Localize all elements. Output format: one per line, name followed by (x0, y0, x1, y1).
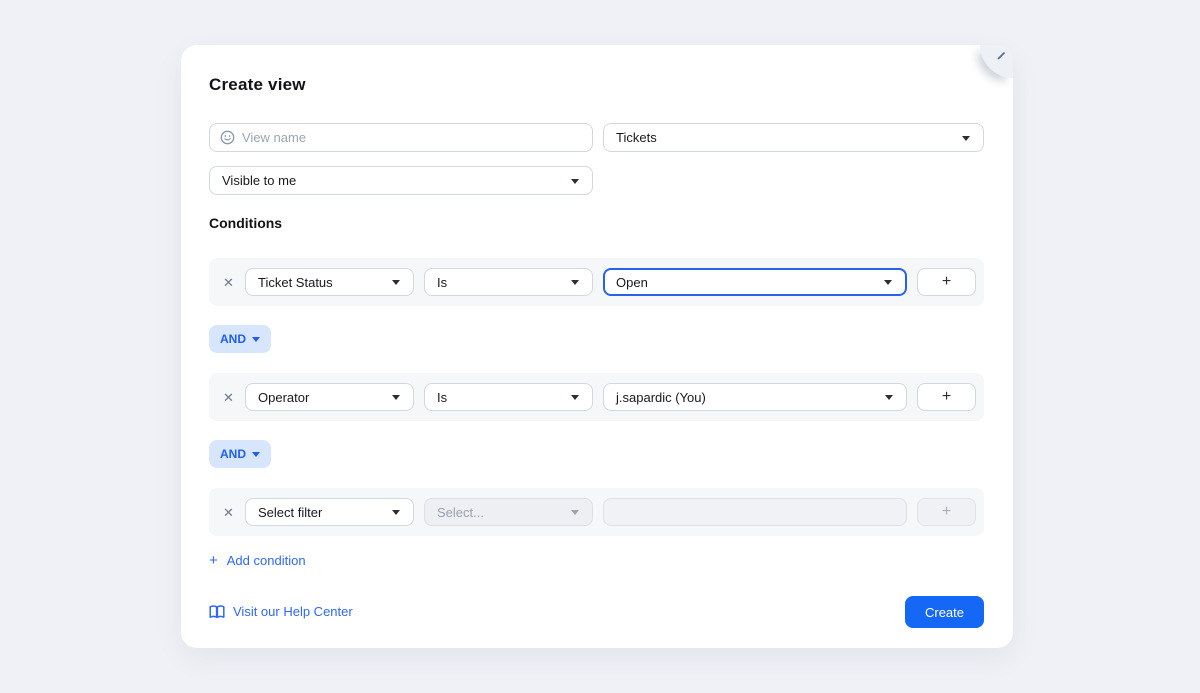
condition-filter-select[interactable]: Ticket Status (245, 268, 414, 296)
remove-condition-icon[interactable]: ✕ (222, 506, 235, 519)
add-condition-label: Add condition (226, 553, 306, 568)
page-background: { "modal": { "title": "Create view", "vi… (0, 0, 1200, 693)
remove-condition-icon[interactable]: ✕ (222, 391, 235, 404)
view-type-value: Tickets (616, 130, 657, 145)
condition-operator-select: Select... (424, 498, 593, 526)
condition-filter-value: Ticket Status (258, 274, 333, 290)
condition-row: ✕ Select filter Select... + (209, 488, 984, 536)
chevron-down-icon (571, 178, 579, 184)
chevron-down-icon (571, 395, 579, 400)
page-title: Create view (209, 75, 306, 94)
condition-filter-value: Select filter (258, 504, 323, 520)
help-center-label: Visit our Help Center (233, 604, 353, 619)
help-center-link[interactable]: Visit our Help Center (209, 604, 353, 619)
view-name-field[interactable] (209, 123, 593, 152)
and-operator-chip[interactable]: AND (209, 440, 271, 468)
folded-corner[interactable] (980, 45, 1013, 78)
condition-operator-select[interactable]: Is (424, 383, 593, 411)
condition-filter-select[interactable]: Operator (245, 383, 414, 411)
plus-icon: + (209, 552, 218, 569)
condition-value: j.sapardic (You) (616, 389, 706, 405)
chevron-down-icon (884, 280, 892, 285)
condition-value-select[interactable]: Open (603, 268, 907, 296)
chevron-down-icon (392, 395, 400, 400)
condition-row: ✕ Ticket Status Is Open + (209, 258, 984, 306)
visibility-select[interactable]: Visible to me (209, 166, 593, 195)
condition-value-select[interactable]: j.sapardic (You) (603, 383, 907, 411)
view-type-select[interactable]: Tickets (603, 123, 984, 152)
chevron-down-icon (252, 452, 260, 457)
add-value-button[interactable]: + (917, 268, 976, 296)
open-book-icon (209, 604, 225, 618)
chevron-down-icon (885, 395, 893, 400)
create-view-modal: Create view Tickets Visible to me Condit… (181, 45, 1013, 648)
view-name-input[interactable] (242, 130, 582, 145)
chevron-down-icon (962, 135, 970, 141)
pencil-icon (997, 52, 1005, 60)
chevron-down-icon (252, 337, 260, 342)
chevron-down-icon (392, 510, 400, 515)
chevron-down-icon (571, 280, 579, 285)
add-value-button[interactable]: + (917, 383, 976, 411)
and-operator-chip[interactable]: AND (209, 325, 271, 353)
visibility-value: Visible to me (222, 173, 297, 188)
condition-value-input (603, 498, 907, 526)
create-button[interactable]: Create (905, 596, 984, 628)
chevron-down-icon (392, 280, 400, 285)
chevron-down-icon (571, 510, 579, 515)
remove-condition-icon[interactable]: ✕ (222, 276, 235, 289)
condition-operator-value: Select... (437, 504, 484, 520)
condition-operator-select[interactable]: Is (424, 268, 593, 296)
and-label: AND (220, 332, 246, 346)
condition-operator-value: Is (437, 274, 448, 290)
add-value-button: + (917, 498, 976, 526)
condition-row: ✕ Operator Is j.sapardic (You) + (209, 373, 984, 421)
condition-filter-select[interactable]: Select filter (245, 498, 414, 526)
emoji-smiley-icon[interactable] (220, 130, 235, 145)
add-condition-link[interactable]: + Add condition (209, 553, 306, 568)
condition-filter-value: Operator (258, 389, 310, 405)
condition-value: Open (616, 274, 648, 290)
conditions-heading: Conditions (209, 215, 283, 231)
condition-operator-value: Is (437, 389, 448, 405)
and-label: AND (220, 447, 246, 461)
